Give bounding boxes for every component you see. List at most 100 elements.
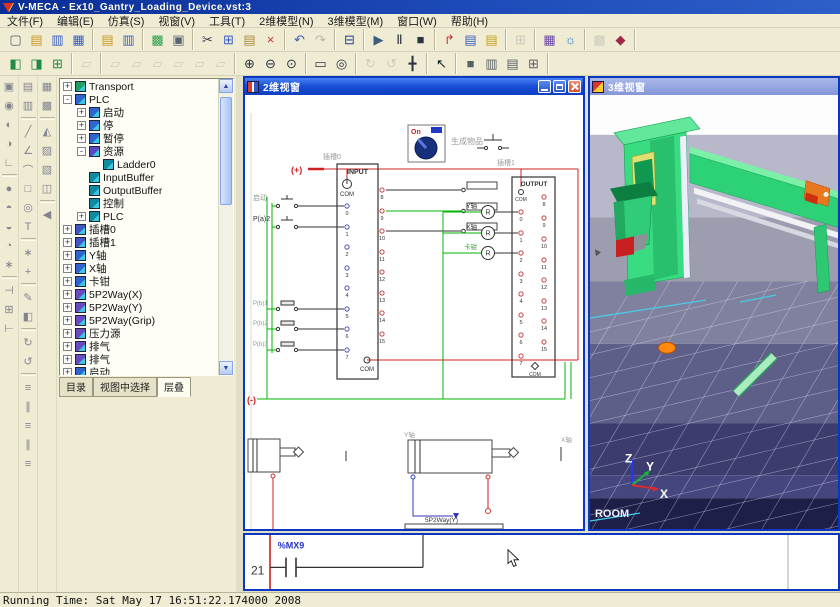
quarter-sphere-tool-icon[interactable]: ◔ [0, 236, 19, 255]
sheets-tool-icon[interactable]: ▥ [19, 96, 38, 115]
pin[interactable] [542, 278, 546, 282]
scroll-up-icon[interactable]: ▲ [219, 79, 233, 93]
tab-3[interactable]: 层叠 [157, 377, 191, 397]
minimize-button[interactable] [538, 80, 551, 93]
polyline-tool-icon[interactable]: ∠ [19, 141, 38, 160]
arc-tool-icon[interactable]: ⌒ [19, 160, 38, 179]
tree-item[interactable]: +PLC [60, 210, 218, 223]
node-edit-tool-icon[interactable]: ∗ [19, 243, 38, 262]
tree-item[interactable]: +停 [60, 119, 218, 132]
zoom-in-button[interactable]: ⊕ [239, 53, 260, 74]
select-pointer-button[interactable]: ↖ [431, 53, 452, 74]
pin[interactable] [345, 307, 349, 311]
pin[interactable] [519, 251, 523, 255]
pin[interactable] [345, 266, 349, 270]
delete-button[interactable]: × [260, 29, 281, 50]
save-all-button[interactable]: ▦ [68, 29, 89, 50]
flag-tool-icon[interactable]: ▣ [0, 77, 19, 96]
collapse-icon[interactable]: - [77, 147, 86, 156]
limit-switch-3[interactable] [386, 223, 497, 233]
tree-item[interactable]: +卡钳 [60, 275, 218, 288]
tree-item[interactable]: OutputBuffer [60, 184, 218, 197]
tree-item[interactable]: +Transport [60, 80, 218, 93]
actor-tool-icon[interactable]: ◉ [0, 96, 19, 115]
undo-button[interactable]: ↶ [289, 29, 310, 50]
connector-grid-tool-icon[interactable]: ⊞ [0, 300, 19, 319]
solid-sphere-tool-icon[interactable]: ● [0, 179, 19, 198]
expand-icon[interactable]: + [63, 368, 72, 375]
tree-item[interactable]: -PLC [60, 93, 218, 106]
scroll-down-icon[interactable]: ▼ [219, 361, 233, 375]
tree-item[interactable]: +5P2Way(Y) [60, 301, 218, 314]
tile-vertical-button[interactable]: ▥ [481, 53, 502, 74]
menu-item-2[interactable]: 编辑(E) [50, 13, 101, 29]
menu-item-3[interactable]: 仿真(S) [101, 13, 152, 29]
pause-button[interactable]: Ⅱ [389, 29, 410, 50]
target-tool-icon[interactable]: ◐ [0, 115, 19, 134]
cart-tool-icon[interactable]: ◫ [38, 179, 57, 198]
pin[interactable] [542, 319, 546, 323]
speaker-tool-icon[interactable]: ◀ [38, 205, 57, 224]
menu-item-5[interactable]: 工具(T) [202, 13, 252, 29]
tree-item[interactable]: +5P2Way(X) [60, 288, 218, 301]
section-tool-icon[interactable]: ◑ [0, 134, 19, 153]
contact-pb2[interactable] [276, 321, 344, 331]
pin[interactable] [345, 204, 349, 208]
window-3d-view[interactable]: 3维视窗 [588, 76, 840, 531]
expand-icon[interactable]: + [63, 82, 72, 91]
ladder-editor-panel[interactable]: 21 %MX9 [243, 533, 840, 591]
copy-button[interactable]: ⊞ [218, 29, 239, 50]
print-button[interactable]: ▣ [168, 29, 189, 50]
pin[interactable] [519, 210, 523, 214]
expand-icon[interactable]: + [63, 342, 72, 351]
help-book-button[interactable]: ◆ [610, 29, 631, 50]
contact-pa2[interactable] [276, 216, 344, 229]
cut-button[interactable]: ✂ [197, 29, 218, 50]
pin[interactable] [542, 299, 546, 303]
expand-icon[interactable]: + [63, 251, 72, 260]
pin[interactable] [380, 188, 384, 192]
tree-item[interactable]: +压力源 [60, 327, 218, 340]
text-tool-icon[interactable]: T [19, 217, 38, 236]
layout-left-button[interactable]: ◧ [5, 53, 26, 74]
distribute-v-tool-icon[interactable]: ≡ [19, 454, 38, 473]
signal-trace-button[interactable]: ↱ [439, 29, 460, 50]
run-button[interactable]: ▶ [368, 29, 389, 50]
expand-icon[interactable]: + [63, 316, 72, 325]
spreadsheet-button[interactable]: ▦ [539, 29, 560, 50]
pan-view-button[interactable]: ╋ [402, 53, 423, 74]
collapse-icon[interactable]: - [63, 95, 72, 104]
contact-pb3[interactable] [276, 342, 344, 352]
open-project-button[interactable]: ▤ [97, 29, 118, 50]
tab-2[interactable]: 视图中选择 [93, 377, 157, 397]
close-button[interactable] [568, 80, 581, 93]
restore-button[interactable] [553, 80, 566, 93]
stop-button[interactable]: ■ [410, 29, 431, 50]
paste-button[interactable]: ▤ [239, 29, 260, 50]
pin[interactable] [345, 225, 349, 229]
tree-item[interactable]: +排气 [60, 353, 218, 366]
tree-item[interactable]: +插槽1 [60, 236, 218, 249]
expand-icon[interactable]: + [77, 134, 86, 143]
tree-item[interactable]: +X轴 [60, 262, 218, 275]
tile-horizontal-button[interactable]: ▤ [502, 53, 523, 74]
window-3d-titlebar[interactable]: 3维视窗 [590, 78, 838, 95]
sheet-tool-icon[interactable]: ▤ [19, 77, 38, 96]
expand-icon[interactable]: + [63, 355, 72, 364]
tree-scrollbar[interactable]: ▲ ▼ [218, 79, 233, 375]
cylinder-y[interactable] [408, 440, 518, 479]
angle-tool-icon[interactable]: ∟ [0, 153, 19, 172]
layout-quad-button[interactable]: ⊞ [47, 53, 68, 74]
zoom-window-button[interactable]: ▭ [310, 53, 331, 74]
tree-item[interactable]: +暂停 [60, 132, 218, 145]
line-tool-icon[interactable]: ╱ [19, 122, 38, 141]
export-image-button[interactable]: ▩ [147, 29, 168, 50]
pen-tool-icon[interactable]: ✎ [19, 288, 38, 307]
output-block[interactable] [512, 177, 555, 377]
tree-item[interactable]: -资源 [60, 145, 218, 158]
expand-icon[interactable]: + [77, 108, 86, 117]
pin[interactable] [380, 250, 384, 254]
pin[interactable] [380, 270, 384, 274]
layout-split-button[interactable]: ◨ [26, 53, 47, 74]
tree-item[interactable]: +5P2Way(Grip) [60, 314, 218, 327]
